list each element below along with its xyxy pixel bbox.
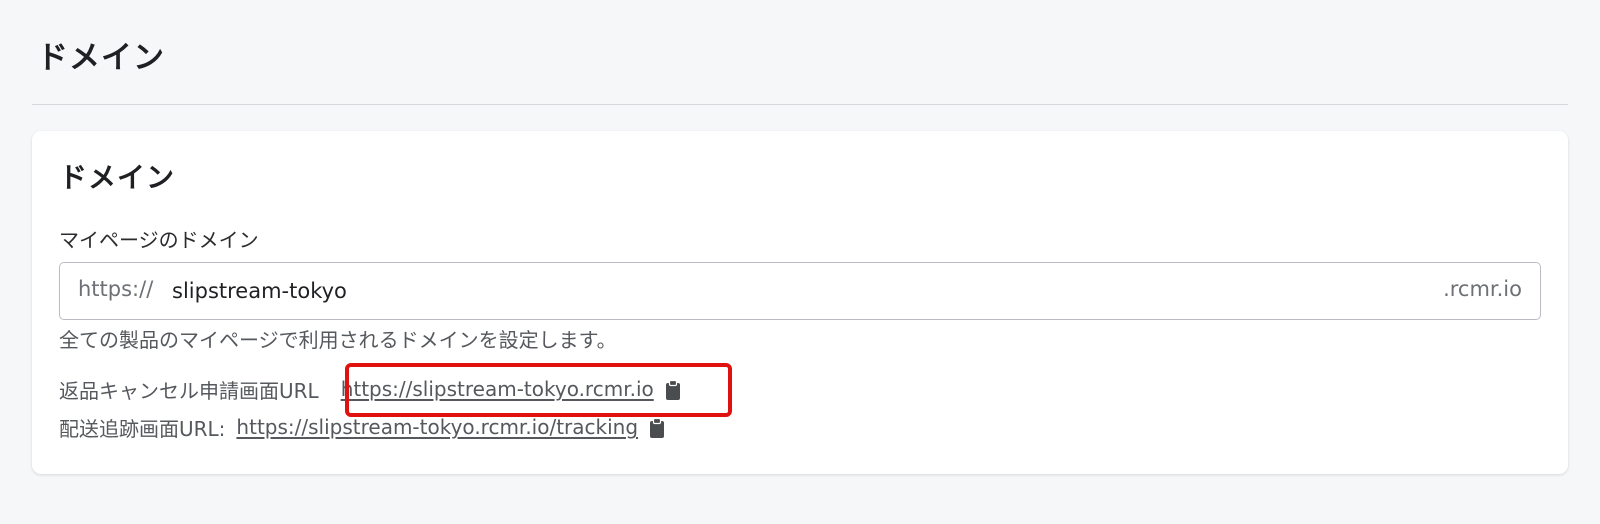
page-header: ドメイン: [32, 0, 1568, 105]
domain-input-suffix: .rcmr.io: [1443, 277, 1522, 301]
tracking-url-link[interactable]: https://slipstream-tokyo.rcmr.io/trackin…: [236, 415, 638, 439]
returns-url-row: 返品キャンセル申請画面URL https://slipstream-tokyo.…: [59, 375, 684, 403]
card-title: ドメイン: [59, 161, 176, 194]
returns-url-link[interactable]: https://slipstream-tokyo.rcmr.io: [341, 377, 654, 401]
clipboard-icon[interactable]: [662, 379, 684, 401]
tracking-url-label: 配送追跡画面URL:: [59, 416, 226, 441]
page-title: ドメイン: [37, 40, 165, 76]
domain-input-group: https:// .rcmr.io: [59, 262, 1541, 320]
returns-url-label: 返品キャンセル申請画面URL: [59, 378, 319, 403]
clipboard-icon[interactable]: [646, 417, 668, 439]
domain-help-text: 全ての製品のマイページで利用されるドメインを設定します。: [59, 328, 617, 352]
domain-input-prefix: https://: [78, 277, 154, 301]
domain-input[interactable]: [172, 272, 1372, 310]
domain-card: ドメイン マイページのドメイン https:// .rcmr.io 全ての製品の…: [32, 131, 1568, 474]
tracking-url-row: 配送追跡画面URL: https://slipstream-tokyo.rcmr…: [59, 413, 668, 441]
domain-field-label: マイページのドメイン: [59, 228, 259, 252]
